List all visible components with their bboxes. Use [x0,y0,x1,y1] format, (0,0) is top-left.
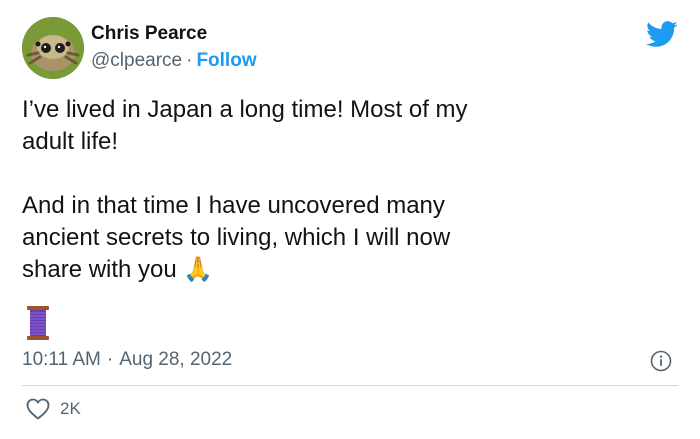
author-handle[interactable]: @clpearce [91,50,182,71]
follow-button[interactable]: Follow [196,50,256,71]
tweet-card: Chris Pearce @clpearce · Follow I’ve lived… [0,0,700,439]
heart-icon [26,398,50,420]
tweet-text: I’ve lived in Japan a long time! Most of… [22,96,468,283]
divider [22,385,678,386]
author-name[interactable]: Chris Pearce [91,23,207,45]
author-handle-row: @clpearce · Follow [91,50,257,72]
thread-spool-icon [27,306,49,340]
tweet-timestamp[interactable]: 10:11 AM · Aug 28, 2022 [22,349,232,371]
handle-separator: · [186,50,193,71]
like-count: 2K [60,399,81,418]
meta-separator: · [106,349,114,370]
info-icon[interactable] [650,350,672,372]
tweet-time: 10:11 AM [22,349,101,370]
jumping-spider-icon [22,17,84,79]
tweet-date: Aug 28, 2022 [119,349,233,370]
like-button[interactable]: 2K [26,398,81,420]
twitter-bird-icon[interactable] [646,21,678,48]
avatar[interactable] [22,17,84,79]
